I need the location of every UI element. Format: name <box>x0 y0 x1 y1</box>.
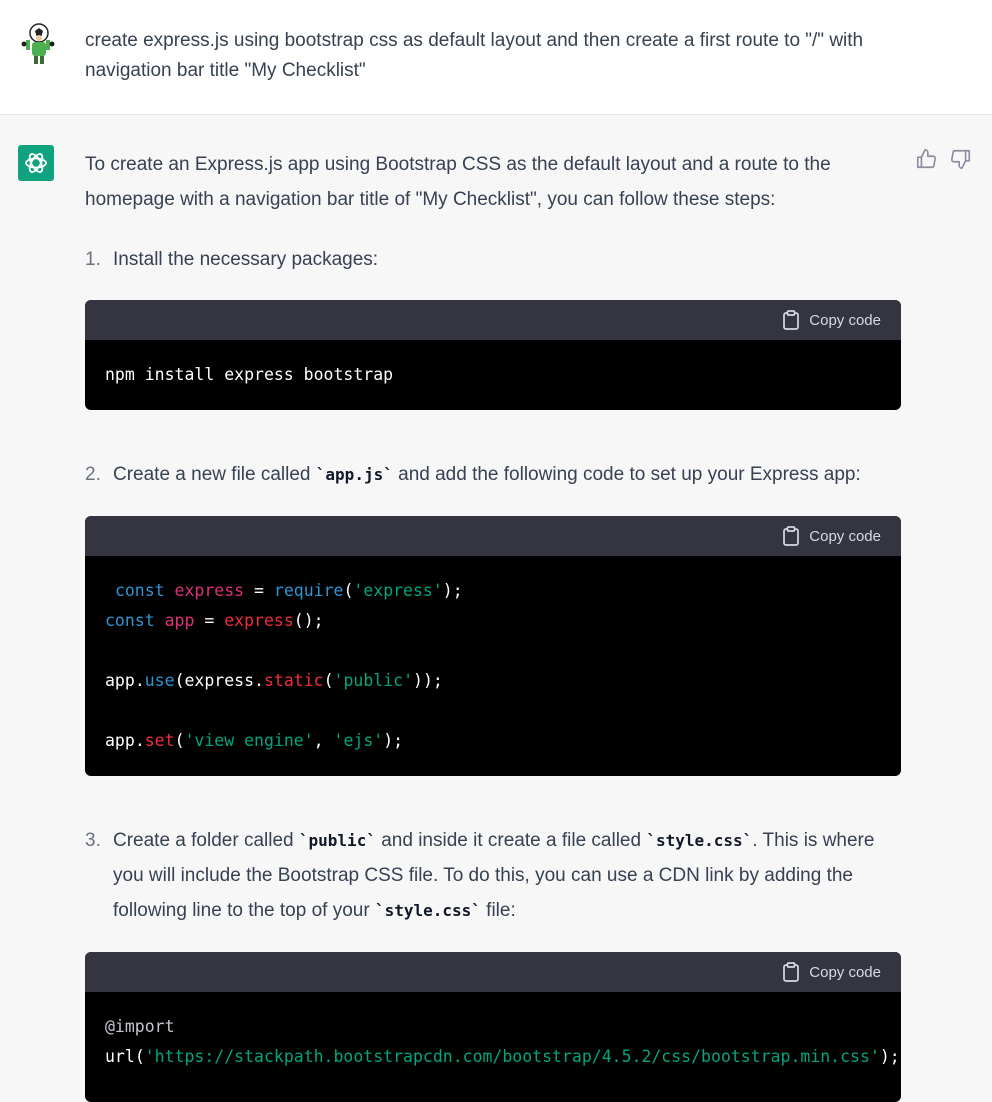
step-3-text: Create a folder called `public` and insi… <box>113 823 903 928</box>
inline-code: `app.js` <box>315 465 393 484</box>
openai-logo-icon <box>25 153 47 173</box>
assistant-avatar <box>18 145 54 181</box>
code-line-6: app.set('view engine', 'ejs'); <box>105 731 404 750</box>
thumbs-up-button[interactable] <box>915 148 937 170</box>
copy-code-label: Copy code <box>809 963 881 981</box>
step-2-text-a: Create a new file called <box>113 464 316 485</box>
step-3-text-b: and inside it create a file called <box>375 830 647 851</box>
clipboard-icon <box>783 310 800 330</box>
code-content: const express = require('express'); const… <box>85 556 901 756</box>
user-avatar-icon <box>21 23 55 64</box>
inline-code: `style.css` <box>646 831 753 850</box>
step-3-number: 3. <box>85 830 101 851</box>
user-message-text: create express.js using bootstrap css as… <box>85 30 864 81</box>
step-1-number: 1. <box>85 249 101 270</box>
code-block-header: Copy code <box>85 516 901 556</box>
code-content: npm install express bootstrap <box>85 340 901 390</box>
code-block-3: Copy code @import url('https://stackpath.… <box>85 952 901 1102</box>
user-avatar <box>18 22 56 64</box>
inline-code: `style.css` <box>374 901 481 920</box>
step-1-text: Install the necessary packages: <box>113 249 379 270</box>
step-2-number: 2. <box>85 464 101 485</box>
code-content: @import url('https://stackpath.bootstrapc… <box>85 992 901 1072</box>
clipboard-icon <box>783 962 800 982</box>
user-message-row: create express.js using bootstrap css as… <box>0 0 992 115</box>
copy-code-button[interactable]: Copy code <box>782 962 881 982</box>
thumbs-down-icon <box>951 149 971 169</box>
inline-code: `public` <box>298 831 376 850</box>
clipboard-icon <box>783 526 800 546</box>
thumbs-up-icon <box>916 149 936 169</box>
copy-code-label: Copy code <box>809 527 881 545</box>
code-line-2: const app = express(); <box>105 611 324 630</box>
assistant-intro-text: To create an Express.js app using Bootst… <box>85 154 831 210</box>
step-2-text-b: and add the following code to set up you… <box>392 464 861 485</box>
step-3-text-a: Create a folder called <box>113 830 299 851</box>
step-2-text: Create a new file called `app.js` and ad… <box>113 457 903 492</box>
code-block-1: Copy code npm install express bootstrap <box>85 300 901 410</box>
code-line-3: ​ <box>105 636 881 666</box>
code-line-4: app.use(express.static('public')); <box>105 671 443 690</box>
code-line-5: ​ <box>105 696 881 726</box>
code-block-2: Copy code const express = require('expre… <box>85 516 901 776</box>
code-block-header: Copy code <box>85 952 901 992</box>
copy-code-button[interactable]: Copy code <box>782 310 881 330</box>
step-3-text-d: file: <box>480 900 516 921</box>
thumbs-down-button[interactable] <box>950 148 972 170</box>
code-block-header: Copy code <box>85 300 901 340</box>
copy-code-button[interactable]: Copy code <box>782 526 881 546</box>
code-line-2: url('https://stackpath.bootstrapcdn.com/… <box>105 1047 900 1066</box>
code-line: npm install express bootstrap <box>105 365 394 384</box>
code-line-1: @import <box>105 1017 175 1036</box>
code-line-1: const express = require('express'); <box>114 581 463 600</box>
copy-code-label: Copy code <box>809 311 881 329</box>
